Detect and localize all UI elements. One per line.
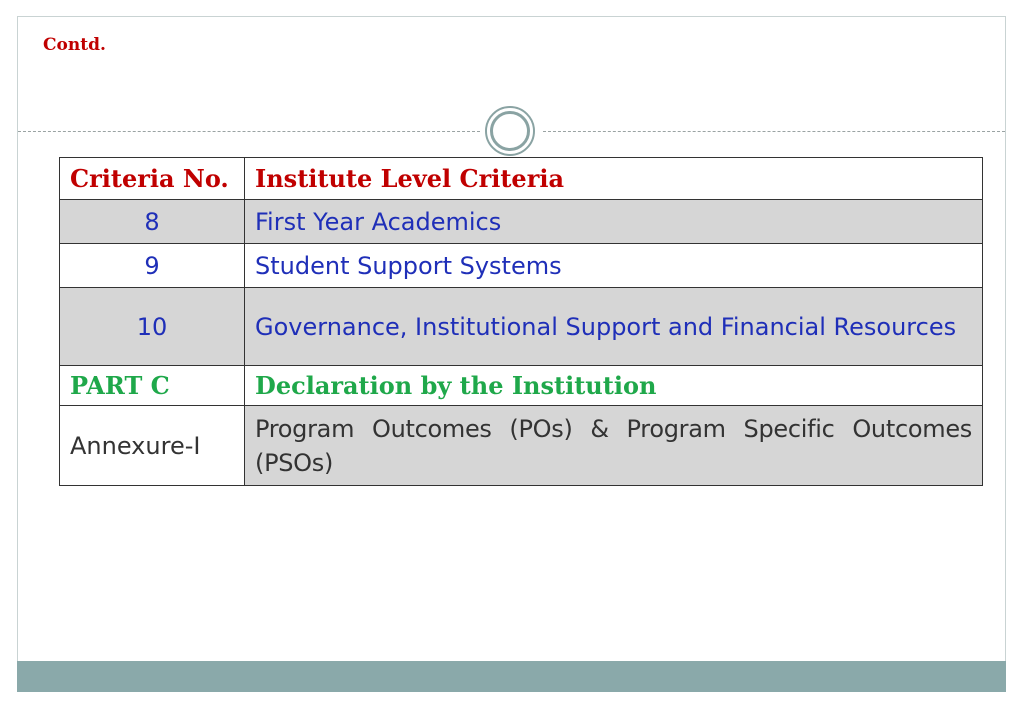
- divider-line-right: [543, 131, 1005, 132]
- table-row: 9 Student Support Systems: [59, 243, 983, 288]
- criteria-number: 10: [59, 287, 245, 366]
- table-header-row: Criteria No. Institute Level Criteria: [59, 157, 983, 200]
- criteria-title: Student Support Systems: [244, 243, 983, 288]
- criteria-title: First Year Academics: [244, 199, 983, 244]
- criteria-table: Criteria No. Institute Level Criteria 8 …: [59, 157, 983, 486]
- decorative-ring-inner: [490, 111, 530, 151]
- slide-heading: Contd.: [43, 35, 106, 55]
- criteria-title: Governance, Institutional Support and Fi…: [244, 287, 983, 366]
- criteria-number: 9: [59, 243, 245, 288]
- part-label: PART C: [59, 365, 245, 406]
- criteria-number: 8: [59, 199, 245, 244]
- header-criteria-no: Criteria No.: [59, 157, 245, 200]
- header-institute-level-criteria: Institute Level Criteria: [244, 157, 983, 200]
- table-row: 10 Governance, Institutional Support and…: [59, 287, 983, 366]
- annexure-label: Annexure-I: [59, 405, 245, 486]
- annexure-title: Program Outcomes (POs) & Program Specifi…: [244, 405, 983, 486]
- footer-bar: [17, 661, 1006, 692]
- table-row: Annexure-I Program Outcomes (POs) & Prog…: [59, 405, 983, 486]
- part-title: Declaration by the Institution: [244, 365, 983, 406]
- divider-line-left: [18, 131, 480, 132]
- table-row: 8 First Year Academics: [59, 199, 983, 244]
- table-row: PART C Declaration by the Institution: [59, 365, 983, 406]
